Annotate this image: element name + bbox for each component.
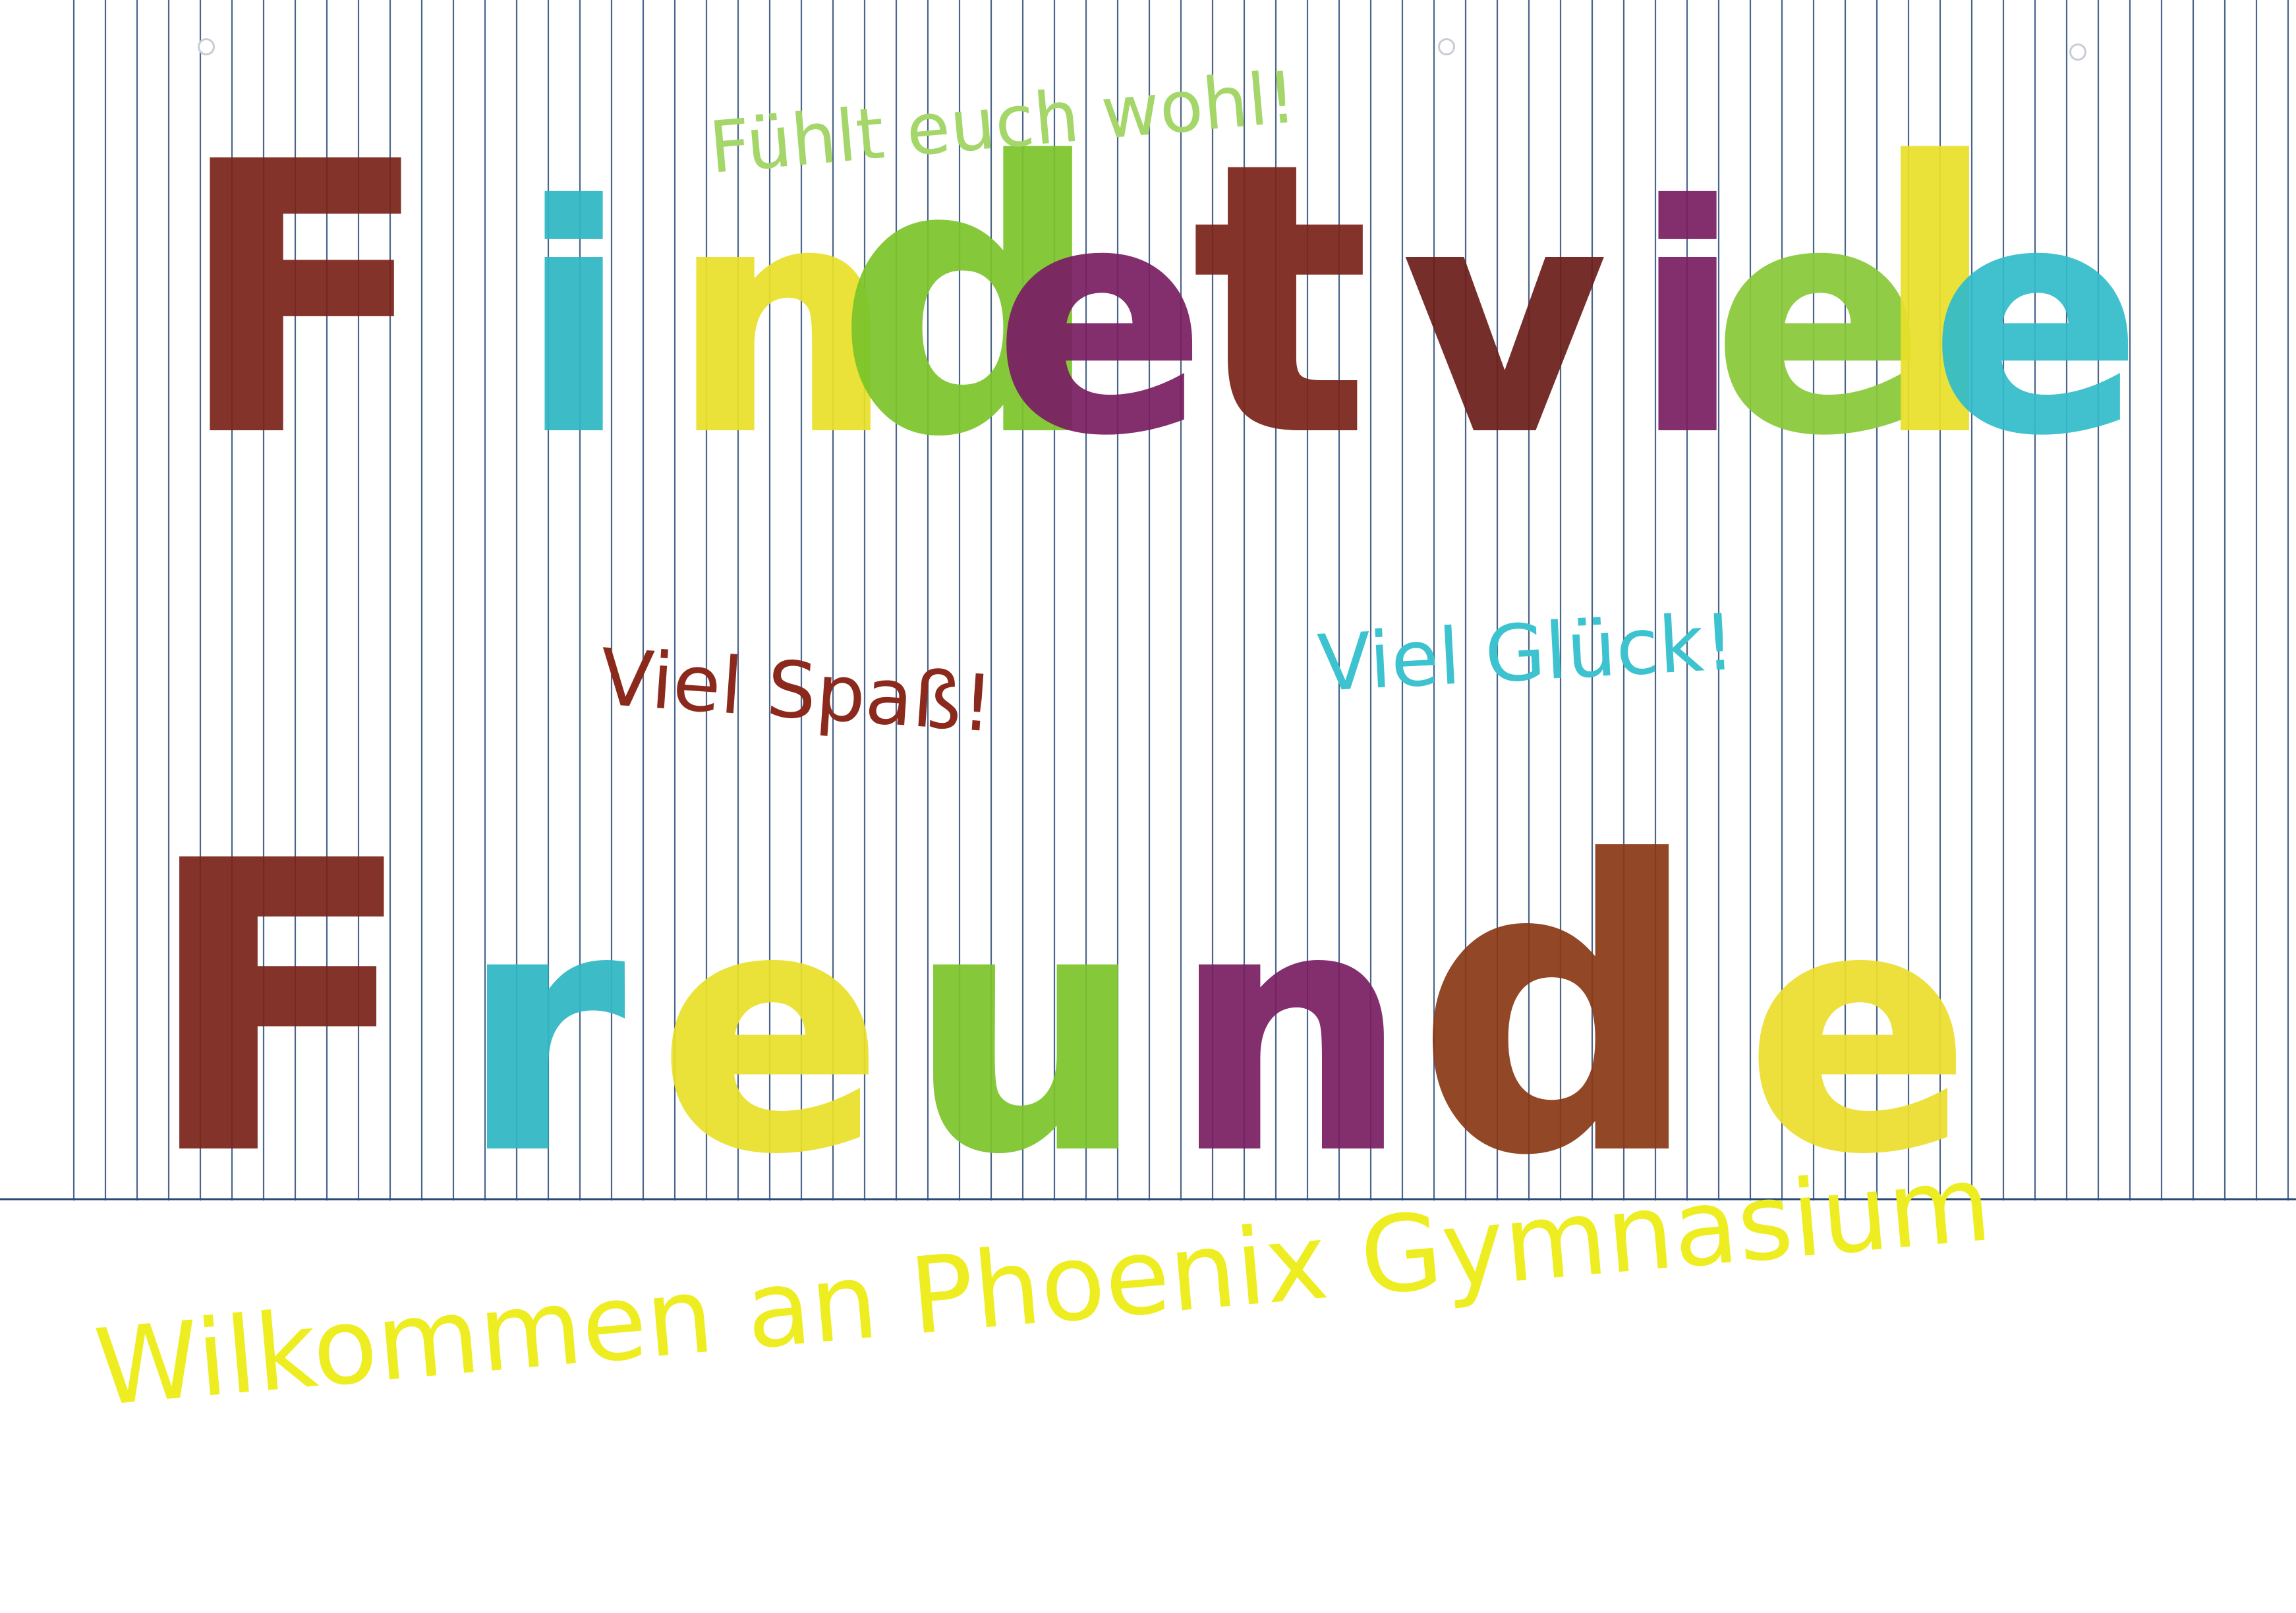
note-viel-spass: Viel Spaß!	[597, 631, 996, 749]
headline-letter: i	[521, 141, 627, 501]
headline-letter: t	[1193, 86, 1369, 516]
headline-letter: F	[178, 86, 430, 516]
headline-letter: v	[1404, 141, 1605, 501]
paper-sheet: Findetviele Freunde Fühlt euch wohl! Vie…	[0, 0, 2296, 1613]
headline-letter: e	[1931, 141, 2141, 501]
headline-findet-viele: Fi ndet v iele	[176, 84, 2143, 518]
headline-letter: r	[461, 841, 626, 1224]
headline-letter: e	[995, 141, 1205, 501]
lettering-canvas: Fi ndet v iele Freunde Fühlt euch wohl! Vie…	[90, 57, 2143, 1430]
headline-letter: F	[145, 779, 415, 1240]
headline-letter: u	[909, 841, 1144, 1224]
note-viel-glueck: Viel Glück!	[1315, 596, 1737, 709]
headline-letter: n	[1173, 841, 1408, 1224]
headline-letter: e	[659, 841, 882, 1224]
